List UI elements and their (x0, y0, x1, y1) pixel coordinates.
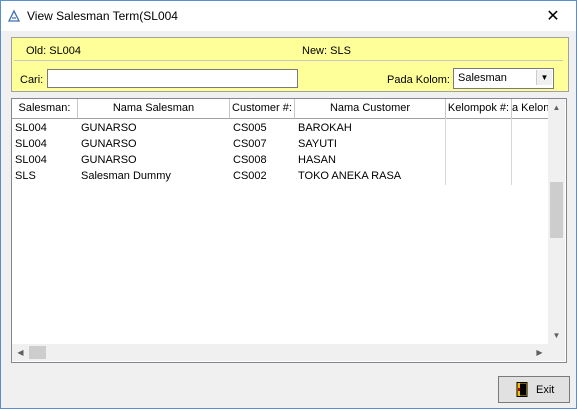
scrollbar-corner (548, 344, 565, 361)
table-cell: BAROKAH (298, 122, 352, 134)
exit-button[interactable]: Exit (498, 376, 570, 403)
close-icon: ✕ (546, 8, 560, 25)
filter-panel: Old: SL004 New: SLS Cari: Pada Kolom: Sa… (11, 37, 569, 92)
chevron-down-icon[interactable]: ▼ (536, 70, 552, 85)
column-select-value: Salesman (458, 72, 507, 84)
column-header[interactable]: a Kelon (512, 99, 548, 119)
exit-label: Exit (536, 384, 555, 396)
table-cell: CS005 (233, 122, 267, 134)
window-title: View Salesman Term(SL004 (27, 9, 178, 23)
old-salesman-label: Old: SL004 (26, 45, 82, 57)
scroll-left-icon[interactable]: ◀ (12, 344, 29, 361)
column-select[interactable]: Salesman ▼ (453, 68, 554, 89)
column-divider (445, 118, 446, 185)
search-input[interactable] (47, 69, 298, 88)
table-cell: SLS (15, 170, 36, 182)
table-cell: GUNARSO (81, 122, 137, 134)
table-cell: CS002 (233, 170, 267, 182)
vertical-scroll-thumb[interactable] (550, 182, 563, 238)
column-header[interactable]: Salesman: (12, 99, 78, 119)
old-new-bar: Old: SL004 New: SLS (14, 41, 563, 61)
table-cell: SL004 (15, 122, 47, 134)
column-header[interactable]: Customer #: (230, 99, 295, 119)
column-select-label: Pada Kolom: (387, 74, 450, 86)
exit-door-icon (516, 382, 528, 397)
horizontal-scroll-thumb[interactable] (29, 346, 46, 359)
scroll-right-icon[interactable]: ▶ (531, 344, 548, 361)
scroll-up-icon[interactable]: ▲ (548, 99, 565, 116)
salesman-term-table[interactable]: Salesman: Nama Salesman Customer #: Nama… (11, 98, 567, 363)
column-header[interactable]: Kelompok #: (446, 99, 512, 119)
table-cell: CS008 (233, 154, 267, 166)
scroll-down-icon[interactable]: ▼ (548, 327, 565, 344)
table-cell: SL004 (15, 154, 47, 166)
column-header[interactable]: Nama Salesman (78, 99, 230, 119)
table-cell: GUNARSO (81, 138, 137, 150)
search-label: Cari: (20, 74, 44, 86)
table-cell: CS007 (233, 138, 267, 150)
table-cell: SAYUTI (298, 138, 337, 150)
column-header[interactable]: Nama Customer (295, 99, 446, 119)
horizontal-scrollbar[interactable]: ◀ ▶ (12, 344, 548, 361)
new-salesman-label: New: SLS (302, 45, 351, 57)
table-cell: HASAN (298, 154, 336, 166)
column-divider (511, 118, 512, 185)
app-icon (7, 9, 21, 22)
close-button[interactable]: ✕ (530, 1, 576, 31)
table-cell: TOKO ANEKA RASA (298, 170, 402, 182)
table-cell: Salesman Dummy (81, 170, 171, 182)
view-salesman-term-window: View Salesman Term(SL004 ✕ Old: SL004 Ne… (0, 0, 577, 409)
vertical-scrollbar[interactable]: ▲ ▼ (548, 99, 565, 344)
title-bar[interactable]: View Salesman Term(SL004 ✕ (1, 1, 576, 31)
table-cell: GUNARSO (81, 154, 137, 166)
table-cell: SL004 (15, 138, 47, 150)
